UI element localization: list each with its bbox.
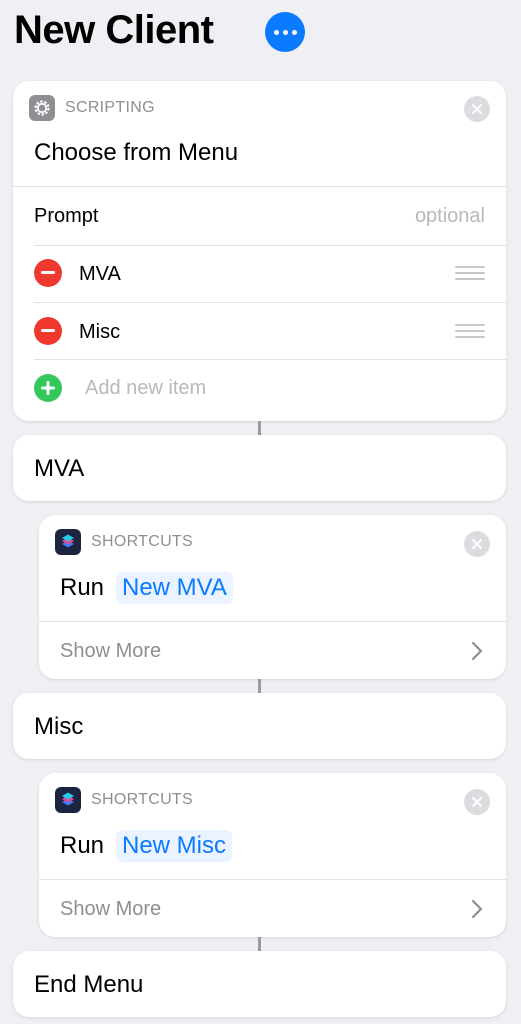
plus-icon <box>41 381 55 395</box>
divider <box>34 359 506 360</box>
action-title: Choose from Menu <box>34 139 239 166</box>
chevron-right-icon <box>471 641 483 661</box>
ellipsis-dot <box>282 29 288 35</box>
flow-connector <box>258 421 261 435</box>
show-more-button[interactable]: Show More <box>60 898 161 921</box>
flow-connector <box>258 679 261 693</box>
menu-section-misc[interactable]: Misc <box>13 693 506 759</box>
divider <box>34 302 506 303</box>
card-header: SCRIPTING <box>29 95 155 121</box>
shortcut-parameter[interactable]: New Misc <box>116 830 233 862</box>
action-verb: Run <box>60 832 105 859</box>
more-options-button[interactable] <box>265 12 305 52</box>
divider <box>13 186 506 187</box>
workflow-editor: New Client SCRIPTING Choose from Menu Pr… <box>0 0 521 1024</box>
card-header: SHORTCUTS <box>55 787 193 813</box>
reorder-handle-icon[interactable] <box>455 266 485 280</box>
divider <box>39 621 506 622</box>
shortcuts-icon <box>55 787 81 813</box>
remove-action-button[interactable] <box>464 96 490 122</box>
minus-icon <box>41 271 55 274</box>
reorder-handle-icon[interactable] <box>455 324 485 338</box>
run-shortcut-card[interactable]: SHORTCUTS Run New Misc Show More <box>39 773 506 937</box>
show-more-button[interactable]: Show More <box>60 640 161 663</box>
chevron-right-icon <box>471 899 483 919</box>
action-verb: Run <box>60 574 105 601</box>
remove-item-button[interactable] <box>34 259 62 287</box>
remove-action-button[interactable] <box>464 531 490 557</box>
flow-connector <box>258 937 261 951</box>
section-label: MVA <box>34 455 85 482</box>
add-item-button[interactable] <box>34 374 62 402</box>
menu-section-mva[interactable]: MVA <box>13 435 506 501</box>
section-label: Misc <box>34 713 84 740</box>
category-label: SCRIPTING <box>65 99 155 116</box>
divider <box>34 245 506 246</box>
shortcuts-icon <box>55 529 81 555</box>
divider <box>39 879 506 880</box>
minus-icon <box>41 329 55 332</box>
section-label: End Menu <box>34 971 144 998</box>
add-item-label[interactable]: Add new item <box>85 377 206 400</box>
ellipsis-dot <box>291 29 297 35</box>
end-menu-block[interactable]: End Menu <box>13 951 506 1017</box>
menu-item-misc[interactable]: Misc <box>79 321 120 344</box>
category-label: SHORTCUTS <box>91 791 193 808</box>
menu-item-mva[interactable]: MVA <box>79 263 121 286</box>
card-header: SHORTCUTS <box>55 529 193 555</box>
ellipsis-icon <box>273 29 279 35</box>
shortcut-parameter[interactable]: New MVA <box>116 572 233 604</box>
category-label: SHORTCUTS <box>91 533 193 550</box>
remove-action-button[interactable] <box>464 789 490 815</box>
remove-item-button[interactable] <box>34 317 62 345</box>
close-icon <box>472 797 482 807</box>
close-icon <box>472 539 482 549</box>
choose-from-menu-card[interactable]: SCRIPTING Choose from Menu Prompt option… <box>13 81 506 421</box>
prompt-label: Prompt <box>34 205 99 227</box>
run-shortcut-card[interactable]: SHORTCUTS Run New MVA Show More <box>39 515 506 679</box>
page-title: New Client <box>14 8 214 52</box>
close-icon <box>472 104 482 114</box>
prompt-input[interactable]: optional <box>415 205 485 228</box>
gear-icon <box>29 95 55 121</box>
